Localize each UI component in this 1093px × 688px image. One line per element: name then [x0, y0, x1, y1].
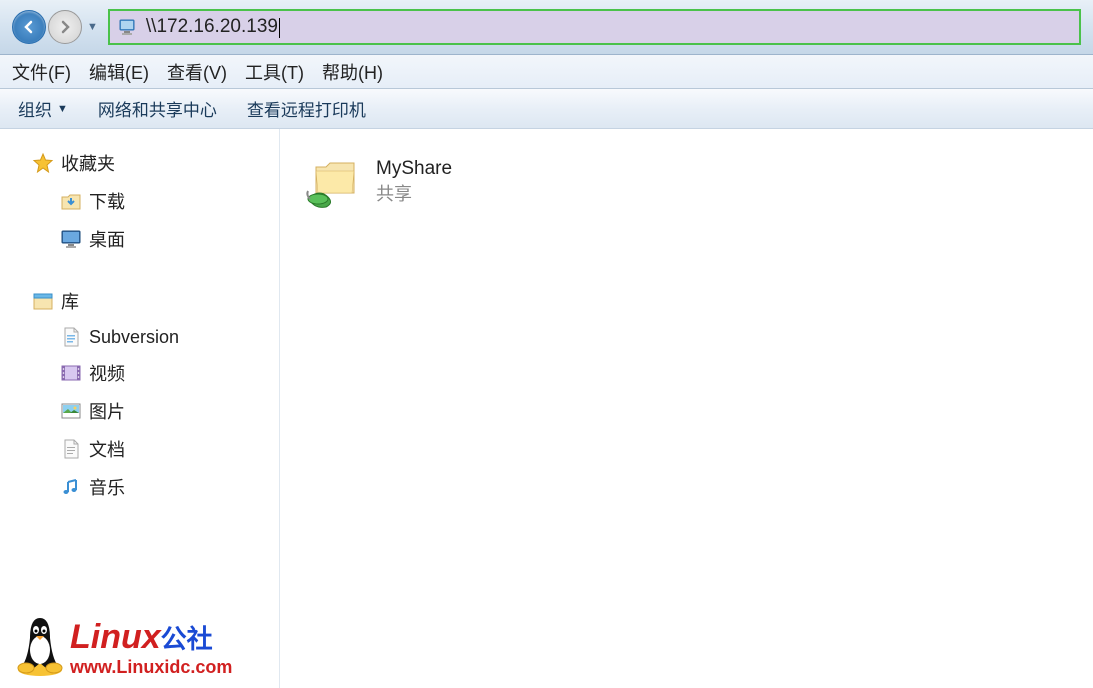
view-printers-button[interactable]: 查看远程打印机 [247, 96, 366, 121]
favorites-label: 收藏夹 [61, 150, 115, 176]
address-text: \\172.16.20.139 [146, 16, 278, 38]
sidebar-item-libraries[interactable]: 库 [28, 285, 271, 317]
downloads-icon [60, 190, 82, 212]
view-printers-label: 查看远程打印机 [247, 96, 366, 121]
menu-file[interactable]: 文件(F) [12, 59, 71, 85]
arrow-left-icon [21, 19, 37, 35]
libraries-label: 库 [61, 288, 79, 314]
chevron-down-icon: ▼ [57, 103, 68, 115]
sidebar-item-favorites[interactable]: 收藏夹 [28, 147, 271, 179]
forward-button[interactable] [48, 10, 82, 44]
toolbar: 组织 ▼ 网络和共享中心 查看远程打印机 [0, 89, 1093, 129]
address-bar[interactable]: \\172.16.20.139 [108, 9, 1081, 45]
desktop-label: 桌面 [89, 226, 125, 252]
watermark: Linux公社 www.Linuxidc.com [10, 608, 232, 678]
menu-tools[interactable]: 工具(T) [245, 59, 304, 85]
network-center-button[interactable]: 网络和共享中心 [98, 96, 217, 121]
network-center-label: 网络和共享中心 [98, 96, 217, 121]
downloads-label: 下载 [89, 188, 125, 214]
documents-label: 文档 [89, 436, 125, 462]
library-icon [32, 290, 54, 312]
sidebar-item-videos[interactable]: 视频 [56, 357, 271, 389]
music-label: 音乐 [89, 474, 125, 500]
arrow-right-icon [57, 19, 73, 35]
desktop-icon [60, 228, 82, 250]
sidebar-item-pictures[interactable]: 图片 [56, 395, 271, 427]
music-icon [60, 476, 82, 498]
computer-icon [118, 18, 138, 36]
organize-label: 组织 [18, 96, 52, 121]
picture-icon [60, 400, 82, 422]
navigation-bar: ▼ \\172.16.20.139 [0, 0, 1093, 55]
pictures-label: 图片 [89, 398, 125, 424]
document-icon [60, 438, 82, 460]
sidebar-item-desktop[interactable]: 桌面 [56, 223, 271, 255]
folder-name: MyShare [376, 158, 452, 180]
document-icon [60, 326, 82, 348]
favorites-section: 收藏夹 下载 桌面 [8, 147, 271, 255]
watermark-url: www.Linuxidc.com [70, 657, 232, 678]
menu-bar: 文件(F) 编辑(E) 查看(V) 工具(T) 帮助(H) [0, 55, 1093, 89]
folder-description: 共享 [376, 180, 452, 206]
main-pane: MyShare 共享 [280, 129, 1093, 688]
shared-folder-item[interactable]: MyShare 共享 [302, 151, 452, 213]
libraries-section: 库 Subversion 视频 图片 文档 音乐 [8, 285, 271, 503]
content-area: 收藏夹 下载 桌面 库 Subversion 视频 [0, 129, 1093, 688]
sidebar-item-music[interactable]: 音乐 [56, 471, 271, 503]
videos-label: 视频 [89, 360, 125, 386]
menu-help[interactable]: 帮助(H) [322, 59, 383, 85]
nav-history-dropdown[interactable]: ▼ [87, 21, 98, 33]
menu-view[interactable]: 查看(V) [167, 59, 227, 85]
star-icon [32, 152, 54, 174]
menu-edit[interactable]: 编辑(E) [89, 59, 149, 85]
folder-info: MyShare 共享 [376, 158, 452, 206]
sidebar: 收藏夹 下载 桌面 库 Subversion 视频 [0, 129, 280, 688]
sidebar-item-documents[interactable]: 文档 [56, 433, 271, 465]
watermark-text: Linux公社 www.Linuxidc.com [70, 618, 232, 678]
subversion-label: Subversion [89, 327, 179, 348]
sidebar-item-downloads[interactable]: 下载 [56, 185, 271, 217]
sidebar-item-subversion[interactable]: Subversion [56, 323, 271, 351]
back-button[interactable] [12, 10, 46, 44]
watermark-title: Linux公社 [70, 618, 232, 657]
video-icon [60, 362, 82, 384]
organize-button[interactable]: 组织 ▼ [18, 96, 68, 121]
tux-penguin-icon [10, 608, 70, 678]
shared-folder-icon [302, 151, 364, 213]
